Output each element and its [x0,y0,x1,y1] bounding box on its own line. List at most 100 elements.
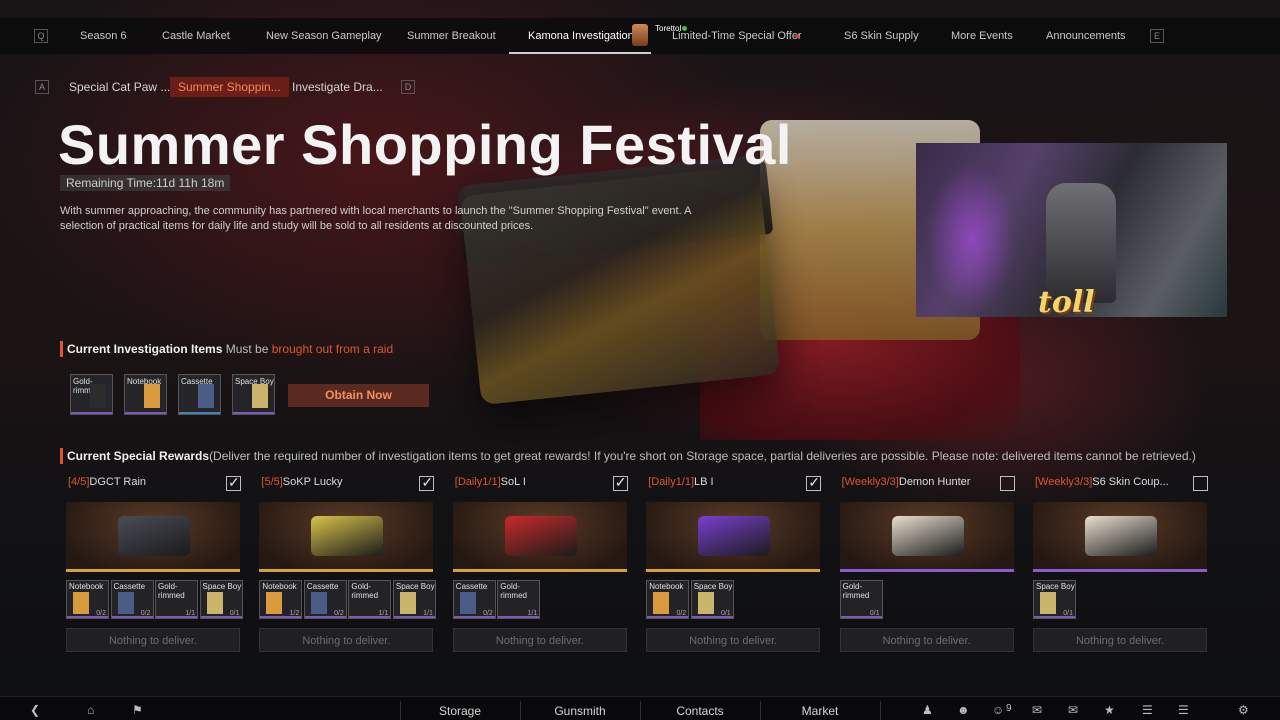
tab-new-season-gameplay[interactable]: New Season Gameplay [266,18,382,54]
subtab-investigate-dra[interactable]: Investigate Dra... [284,77,391,97]
nav-market[interactable]: Market [780,697,860,720]
streamer-avatar [632,24,648,46]
friends-icon[interactable]: ☺ [992,703,1004,717]
reward-checkbox[interactable] [226,474,241,491]
special-rewards-heading: Current Special Rewards(Deliver the requ… [60,448,1196,464]
required-item[interactable]: Space Boy 0/1 [1033,580,1076,619]
required-item-label: Space Boy [202,582,242,591]
prev-subtab-key[interactable]: A [35,80,49,94]
reward-crate-art [118,516,190,556]
nav-storage[interactable]: Storage [420,697,500,720]
settings-gear-icon[interactable]: ⚙ [1238,703,1249,717]
trophy-icon[interactable]: ★ [1104,703,1115,717]
nav-gunsmith[interactable]: Gunsmith [540,697,620,720]
required-item[interactable]: Space Boy 1/1 [392,580,436,619]
reward-image [1033,502,1207,572]
reward-crate-art [698,516,771,556]
reward-checkbox[interactable] [999,476,1015,491]
reward-checkbox[interactable] [612,474,628,491]
investigation-item[interactable]: Notebook [124,374,167,415]
required-item-label: Space Boy [395,582,435,591]
required-item[interactable]: Space Boy 0/1 [690,580,734,619]
reward-progress-tag: [Weekly3/3] [1035,476,1093,488]
required-item[interactable]: Notebook 0/2 [646,580,690,619]
reward-name: SoL I [500,476,526,488]
reward-card[interactable]: [5/5]SoKP Lucky Notebook1/2Cassette0/2Gol… [259,474,436,654]
required-item[interactable]: Cassette 0/2 [303,580,347,619]
investigation-item[interactable]: Cassette [178,374,221,415]
required-item-label: Notebook [649,582,684,591]
reward-progress-tag: [5/5] [261,476,283,488]
team-icon[interactable]: ☻ [957,703,970,717]
required-item-icon [355,592,371,614]
reward-card[interactable]: [Weekly3/3]Demon Hunter Gold- rimmed 0/1 No… [839,474,1016,654]
top-tab-bar: Q Season 6 Castle Market New Season Game… [0,18,1280,54]
required-item-label: Notebook [69,582,104,591]
flag-icon[interactable]: ⚑ [132,703,143,717]
deliver-button[interactable]: Nothing to deliver. [1033,628,1207,652]
reward-name: SoKP Lucky [282,476,343,488]
cassette-icon [198,384,214,408]
investigation-item[interactable]: Space Boy [232,374,275,415]
nav-contacts[interactable]: Contacts [660,697,740,720]
reward-progress-tag: [Weekly3/3] [841,476,899,488]
reward-name: LB I [694,476,714,488]
prev-tab-key[interactable]: Q [34,29,48,43]
tab-limited-time-special-offer[interactable]: Limited-Time Special Offer [672,18,802,54]
required-item[interactable]: Gold- rimmed 1/1 [497,580,541,619]
streamer-logo: toll [1038,285,1095,317]
reward-name: Demon Hunter [898,476,971,488]
tab-more-events[interactable]: More Events [951,18,1013,54]
tab-kamona-investigation[interactable]: Kamona Investigation [528,18,634,54]
required-item-icon [1040,592,1056,614]
streamer-webcam-overlay: toll [916,143,1227,317]
character-icon[interactable]: ♟ [922,703,933,717]
reward-checkbox[interactable] [806,474,822,491]
required-item[interactable]: Notebook 1/2 [259,580,303,619]
deliver-button[interactable]: Nothing to deliver. [259,628,434,652]
reward-card[interactable]: [4/5]DGCT Rain Notebook0/2Cassette0/2Gold… [66,474,243,654]
notes-icon[interactable]: ☰ [1142,703,1153,717]
mail-icon[interactable]: ✉ [1068,703,1078,717]
required-item[interactable]: Gold- rimmed 1/1 [155,580,198,619]
deliver-button[interactable]: Nothing to deliver. [66,628,240,652]
required-item[interactable]: Gold- rimmed 0/1 [839,580,883,619]
reward-crate-art [891,516,964,556]
subtab-summer-shopping[interactable]: Summer Shoppin... [170,77,289,97]
obtain-now-button[interactable]: Obtain Now [288,384,429,407]
menu-icon[interactable]: ☰ [1178,703,1189,717]
reward-rarity-bar [839,569,1014,572]
required-item[interactable]: Gold- rimmed 1/1 [348,580,392,619]
tab-summer-breakout[interactable]: Summer Breakout [407,18,496,54]
reward-progress-tag: [Daily1/1] [454,476,501,488]
deliver-button[interactable]: Nothing to deliver. [646,628,821,652]
reward-card[interactable]: [Daily1/1]LB I Notebook0/2Space Boy0/1 Not… [646,474,822,654]
required-item[interactable]: Space Boy 0/1 [199,580,243,619]
tab-season-6[interactable]: Season 6 [80,18,126,54]
home-icon[interactable]: ⌂ [87,703,94,717]
next-subtab-key[interactable]: D [401,80,415,94]
required-item[interactable]: Cassette 0/2 [110,580,154,619]
investigation-item[interactable]: Gold- rimmed [70,374,113,415]
tab-s6-skin-supply[interactable]: S6 Skin Supply [844,18,919,54]
next-tab-key[interactable]: E [1150,29,1164,43]
subtab-special-cat-paw[interactable]: Special Cat Paw ... [61,77,178,97]
tab-announcements[interactable]: Announcements [1046,18,1126,54]
rewards-note: (Deliver the required number of investig… [209,449,1196,463]
chat-icon[interactable]: ✉ [1032,703,1042,717]
required-item[interactable]: Notebook 0/2 [66,580,109,619]
reward-checkbox[interactable] [419,474,435,491]
deliver-button[interactable]: Nothing to deliver. [839,628,1014,652]
reward-title: [Weekly3/3]Demon Hunter [842,476,971,488]
reward-checkbox[interactable] [1193,476,1208,491]
reward-card[interactable]: [Daily1/1]SoL I Cassette0/2Gold- rimmed1/… [452,474,629,654]
deliver-button[interactable]: Nothing to deliver. [452,628,627,652]
tab-castle-market[interactable]: Castle Market [162,18,230,54]
reward-rarity-bar [452,569,627,572]
reward-card[interactable]: [Weekly3/3]S6 Skin Coup... Space Boy 0/1 No… [1033,474,1209,654]
required-item[interactable]: Cassette 0/2 [452,580,496,619]
back-arrow-icon[interactable]: ❮ [30,703,40,717]
required-item-label: Space Boy [1036,582,1075,591]
black-gold-crate-art [459,164,781,406]
required-item-icon [206,592,223,614]
